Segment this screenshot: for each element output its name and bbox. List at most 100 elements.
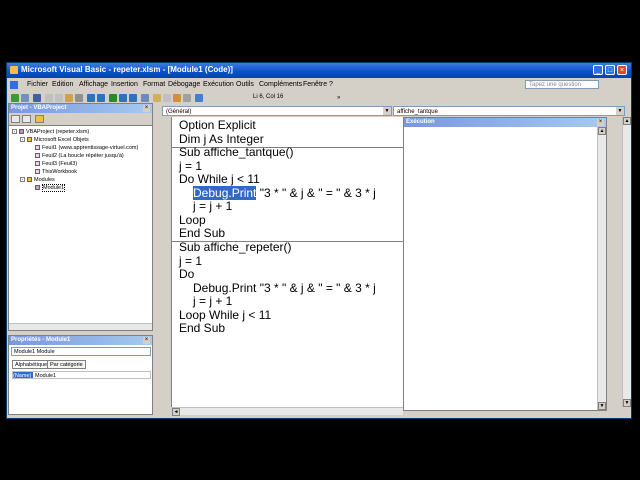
reset-icon[interactable] [129,94,137,102]
code-line[interactable]: Loop While j < 11 [179,308,271,322]
property-row-name[interactable]: (Name) Module1 [12,371,151,379]
code-line[interactable]: Sub affiche_repeter() [179,240,292,254]
scroll-up-icon[interactable]: ▲ [598,127,606,135]
paste-icon[interactable] [65,94,73,102]
menu-fenetre[interactable]: Fenêtre [303,81,327,88]
insert-icon[interactable] [21,94,29,102]
properties-panel: Propriétés - Module1 × Module1 Module Al… [8,335,153,415]
cut-icon[interactable] [45,94,53,102]
undo-icon[interactable] [87,94,95,102]
selected-text[interactable]: Debug.Print [193,185,257,200]
code-hscrollbar[interactable]: ◄ [172,407,403,416]
tree-item-module1[interactable]: Module1 [35,184,66,192]
copy-icon[interactable] [55,94,63,102]
immediate-window[interactable]: Exécution × ▲ ▼ [403,117,607,411]
tab-par-categorie[interactable]: Par catégorie [47,360,86,369]
code-line[interactable]: Option Explicit [179,118,256,132]
code-line[interactable]: End Sub [179,321,225,335]
vbe-app-icon [10,66,18,74]
project-explorer-icon[interactable] [153,94,161,102]
window-title: Microsoft Visual Basic - repeter.xlsm - … [21,65,233,74]
properties-object-select[interactable]: Module1 Module [11,347,151,356]
scroll-down-icon[interactable]: ▼ [598,402,606,410]
code-line[interactable]: Do While j < 11 [179,172,260,186]
menu-insertion[interactable]: Insertion [111,81,138,88]
vbe-window: Microsoft Visual Basic - repeter.xlsm - … [6,62,632,419]
object-combo-value: (Général) [166,109,192,115]
immediate-vscrollbar[interactable]: ▲ ▼ [597,127,606,410]
save-icon[interactable] [33,94,41,102]
menu-help[interactable]: ? [329,81,333,88]
scroll-up-icon[interactable]: ▲ [623,117,631,125]
help-icon[interactable] [195,94,203,102]
code-editor[interactable]: Option Explicit Dim j As Integer Sub aff… [172,117,403,407]
project-toolbar [9,113,152,126]
project-panel-title: Projet - VBAProject [9,104,152,113]
procedure-combo[interactable]: affiche_tantque ▼ [393,106,625,116]
excel-view-icon[interactable] [11,94,19,102]
tree-item-feuil3[interactable]: Feuil3 (Feuil3) [35,160,77,168]
maximize-button[interactable]: □ [605,65,615,75]
property-key: (Name) [13,372,33,379]
project-hscrollbar[interactable] [9,323,152,330]
project-panel-close-icon[interactable]: × [143,105,150,112]
tree-item-excel-objects[interactable]: - Microsoft Excel Objets [20,136,89,144]
procedure-combo-chevron-down-icon[interactable]: ▼ [616,107,624,115]
properties-icon[interactable] [163,94,171,102]
scroll-left-icon[interactable]: ◄ [172,408,180,416]
menu-fichier[interactable]: Fichier [27,81,48,88]
view-object-icon[interactable] [22,115,31,123]
code-vscrollbar[interactable]: ▲ ▼ [622,117,631,407]
code-line[interactable]: Do [179,267,194,281]
menu-format[interactable]: Format [143,81,165,88]
code-window: (Général) ▼ affiche_tantque ▼ Option Exp… [157,103,631,418]
object-combo[interactable]: (Général) ▼ [162,106,392,116]
code-line[interactable]: j = j + 1 [193,199,232,213]
tree-item-vbaproject[interactable]: - VBAProject (repeter.xlsm) [12,128,89,136]
code-line[interactable]: Loop [179,213,206,227]
tab-alphabetique[interactable]: Alphabétique [12,360,51,369]
code-line[interactable]: j = j + 1 [193,294,232,308]
menu-complements[interactable]: Compléments [259,81,302,88]
menu-bar: Fichier Edition Affichage Insertion Form… [7,79,631,91]
properties-panel-close-icon[interactable]: × [143,337,150,344]
toolbar-options-chevron-icon[interactable]: » [337,95,340,101]
view-code-icon[interactable] [11,115,20,123]
menu-outils[interactable]: Outils [236,81,254,88]
project-explorer-panel: Projet - VBAProject × - VBAProject (repet… [8,103,153,331]
tree-item-thisworkbook[interactable]: ThisWorkbook [35,168,77,176]
minimize-button[interactable]: _ [593,65,603,75]
code-line[interactable]: Dim j As Integer [179,132,264,146]
menu-execution[interactable]: Exécution [203,81,234,88]
help-question-input[interactable]: Tapez une question [525,80,599,89]
vbe-menu-icon[interactable] [10,81,18,89]
pause-icon[interactable] [119,94,127,102]
close-button[interactable]: × [617,65,627,75]
tree-item-modules[interactable]: - Modules [20,176,55,184]
code-margin[interactable] [157,117,172,407]
menu-debogage[interactable]: Débogage [168,81,200,88]
code-line[interactable]: Sub affiche_tantque() [179,145,294,159]
immediate-close-icon[interactable]: × [597,119,604,126]
code-line[interactable]: Debug.Print "3 * " & j & " = " & 3 * j [193,281,376,295]
property-value[interactable]: Module1 [35,372,56,380]
procedure-combo-value: affiche_tantque [397,109,438,115]
toggle-folders-icon[interactable] [35,115,44,123]
code-line[interactable]: Debug.Print "3 * " & j & " = " & 3 * j [193,185,376,200]
tree-item-feuil1[interactable]: Feuil1 (www.apprentissage-virtuel.com) [35,144,138,152]
code-line-rest: "3 * " & j & " = " & 3 * j [256,185,376,200]
redo-icon[interactable] [97,94,105,102]
design-mode-icon[interactable] [141,94,149,102]
code-line[interactable]: End Sub [179,226,225,240]
toolbox-icon[interactable] [183,94,191,102]
code-line[interactable]: j = 1 [179,254,202,268]
tree-item-feuil2[interactable]: Feuil2 (La boucle répéter jusqu'à) [35,152,124,160]
object-browser-icon[interactable] [173,94,181,102]
run-icon[interactable] [109,94,117,102]
menu-affichage[interactable]: Affichage [79,81,108,88]
menu-edition[interactable]: Edition [52,81,73,88]
find-icon[interactable] [75,94,83,102]
code-line[interactable]: j = 1 [179,159,202,173]
scroll-down-icon[interactable]: ▼ [623,399,631,407]
object-combo-chevron-down-icon[interactable]: ▼ [383,107,391,115]
